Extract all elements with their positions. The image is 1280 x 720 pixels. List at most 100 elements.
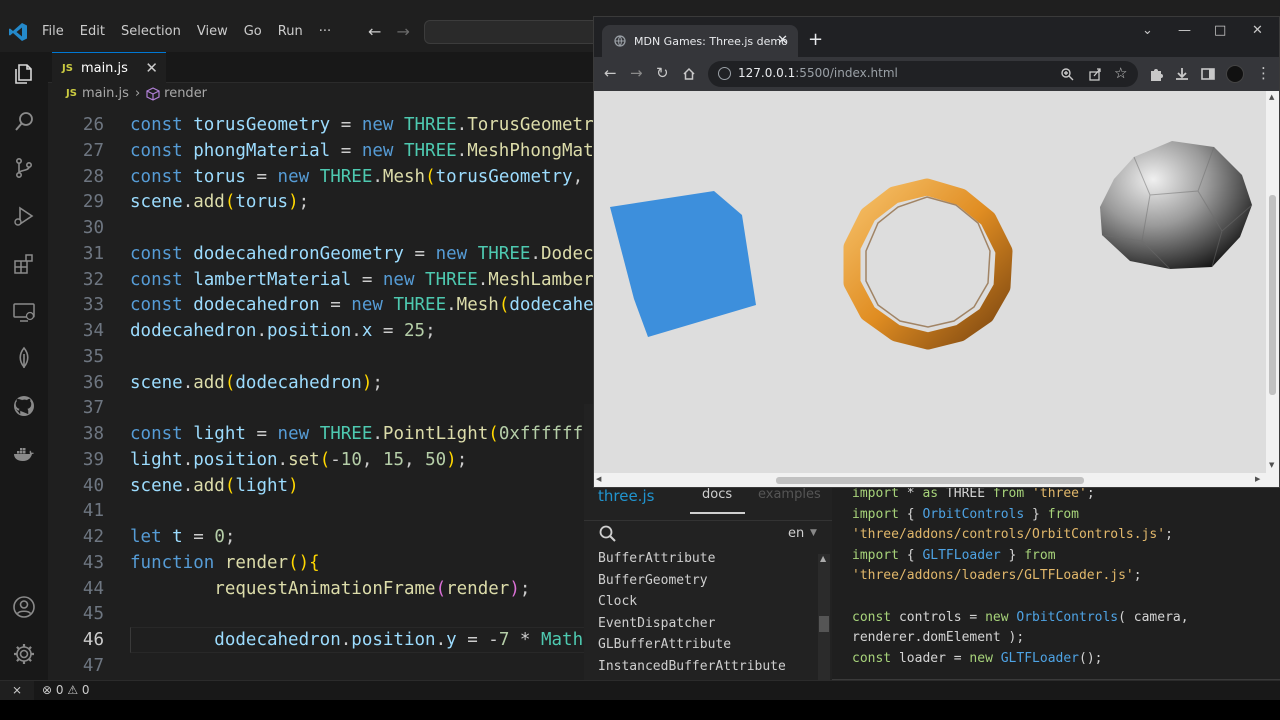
tab-search-icon[interactable]: ⌄ <box>1142 23 1153 38</box>
close-tab-icon[interactable]: ✕ <box>145 59 158 77</box>
menu-run[interactable]: Run <box>278 24 311 39</box>
code-line[interactable]: 33 const dodecahedron = new THREE.Mesh(do… <box>48 292 608 318</box>
code-line[interactable]: 46 dodecahedron.position.y = -7 * Math. <box>48 627 608 653</box>
scroll-up-icon[interactable]: ▲ <box>1269 93 1274 101</box>
site-info-icon[interactable] <box>718 67 731 80</box>
minimize-icon[interactable]: — <box>1178 23 1191 38</box>
docs-list-item[interactable]: EventDispatcher <box>598 613 808 635</box>
code-line[interactable]: 35 <box>48 344 608 370</box>
more-menu-icon[interactable]: ⋮ <box>1256 64 1271 82</box>
code-line[interactable]: 30 <box>48 215 608 241</box>
reload-icon[interactable]: ↻ <box>656 64 669 82</box>
close-window-icon[interactable]: ✕ <box>1252 23 1263 38</box>
code-line[interactable]: 31 const dodecahedronGeometry = new THREE… <box>48 241 608 267</box>
scroll-right-icon[interactable]: ▶ <box>1255 475 1260 483</box>
home-icon[interactable] <box>682 67 696 81</box>
address-bar[interactable]: 127.0.0.1:5500/index.html ☆ <box>708 61 1138 87</box>
bookmark-star-icon[interactable]: ☆ <box>1114 64 1127 82</box>
search-icon[interactable] <box>12 110 36 134</box>
line-number: 27 <box>82 140 104 161</box>
code-line[interactable]: 26 const torusGeometry = new THREE.TorusG… <box>48 112 608 138</box>
tab-main-js[interactable]: JS main.js ✕ <box>52 52 166 83</box>
code-editor[interactable]: 26 const torusGeometry = new THREE.TorusG… <box>48 108 608 678</box>
code-line[interactable]: 43 function render(){ <box>48 550 608 576</box>
code-line[interactable]: 28 const torus = new THREE.Mesh(torusGeom… <box>48 164 608 190</box>
docs-list-item[interactable]: GLBufferAttribute <box>598 634 808 656</box>
zoom-icon[interactable] <box>1060 67 1074 81</box>
share-icon[interactable] <box>1088 67 1102 81</box>
docs-list-item[interactable]: InstancedBufferAttribute <box>598 656 808 678</box>
maximize-icon[interactable]: □ <box>1214 23 1226 38</box>
menu-go[interactable]: Go <box>244 24 270 39</box>
accounts-icon[interactable] <box>12 595 36 619</box>
mongodb-leaf-icon[interactable] <box>12 346 36 370</box>
side-panel-icon[interactable] <box>1200 66 1216 82</box>
scroll-up-icon[interactable]: ▲ <box>820 554 826 563</box>
javascript-file-icon: JS <box>66 88 77 99</box>
code-line[interactable]: 37 <box>48 395 608 421</box>
menu-selection[interactable]: Selection <box>121 24 189 39</box>
run-debug-icon[interactable] <box>12 204 36 228</box>
problems-count[interactable]: ⊗ 0 ⚠ 0 <box>42 683 90 697</box>
chevron-down-icon: ▼ <box>810 528 817 538</box>
code-line[interactable]: 27 const phongMaterial = new THREE.MeshPh… <box>48 138 608 164</box>
extensions-icon[interactable] <box>12 252 36 276</box>
scroll-left-icon[interactable]: ◀ <box>596 475 601 483</box>
scrollbar-thumb[interactable] <box>776 477 1084 484</box>
code-line[interactable]: 47 <box>48 653 608 678</box>
explorer-icon[interactable] <box>12 62 36 86</box>
url-text[interactable]: 127.0.0.1:5500/index.html <box>738 66 898 80</box>
docs-list-item[interactable]: Clock <box>598 591 808 613</box>
page-vertical-scrollbar[interactable]: ▲ ▼ <box>1266 91 1279 487</box>
close-tab-icon[interactable]: ✕ <box>777 33 788 48</box>
search-icon[interactable] <box>598 524 618 544</box>
menu-more[interactable]: ··· <box>319 24 339 39</box>
download-icon[interactable] <box>1174 66 1190 82</box>
code-line[interactable]: 42 let t = 0; <box>48 524 608 550</box>
code-text: const light = new THREE.PointLight(0xfff… <box>130 424 594 444</box>
github-icon[interactable] <box>12 394 36 418</box>
code-line[interactable]: 44 requestAnimationFrame(render); <box>48 576 608 602</box>
code-line[interactable]: 41 <box>48 498 608 524</box>
scrollbar-thumb[interactable] <box>1269 195 1276 395</box>
browser-tab[interactable]: MDN Games: Three.js demo ✕ <box>602 25 798 57</box>
line-number: 41 <box>82 501 104 522</box>
forward-arrow-icon[interactable]: → <box>397 22 410 41</box>
code-line[interactable]: 38 const light = new THREE.PointLight(0xf… <box>48 421 608 447</box>
code-line[interactable]: 40 scene.add(light) <box>48 473 608 499</box>
docs-logo[interactable]: three.js <box>598 487 654 505</box>
code-line[interactable]: 29 scene.add(torus); <box>48 189 608 215</box>
code-line[interactable]: 32 const lambertMaterial = new THREE.Mesh… <box>48 267 608 293</box>
chevron-right-icon: › <box>134 86 141 101</box>
docs-tab-docs[interactable]: docs <box>702 487 732 502</box>
breadcrumb-symbol[interactable]: render <box>164 86 207 101</box>
scroll-down-icon[interactable]: ▼ <box>1269 461 1274 469</box>
page-horizontal-scrollbar[interactable]: ◀ ▶ <box>594 473 1266 487</box>
docker-icon[interactable] <box>12 442 36 466</box>
back-icon[interactable]: ← <box>604 64 617 82</box>
settings-gear-icon[interactable] <box>12 642 36 666</box>
remote-indicator-icon[interactable]: ⨯ <box>0 681 34 701</box>
forward-icon[interactable]: → <box>630 64 643 82</box>
back-arrow-icon[interactable]: ← <box>368 22 381 41</box>
extensions-puzzle-icon[interactable] <box>1148 66 1164 82</box>
docs-list-item[interactable]: BufferGeometry <box>598 570 808 592</box>
docs-list-item[interactable]: BufferAttribute <box>598 548 808 570</box>
remote-explorer-icon[interactable] <box>12 300 36 324</box>
menu-file[interactable]: File <box>42 24 72 39</box>
code-line[interactable]: 45 <box>48 601 608 627</box>
scrollbar-thumb[interactable] <box>819 616 829 632</box>
code-line[interactable]: 36 scene.add(dodecahedron); <box>48 370 608 396</box>
menu-view[interactable]: View <box>197 24 236 39</box>
new-tab-icon[interactable]: + <box>808 29 823 50</box>
profile-avatar[interactable] <box>1226 65 1244 83</box>
docs-list-scrollbar[interactable]: ▲ <box>818 554 830 700</box>
source-control-icon[interactable] <box>12 156 36 180</box>
code-line[interactable]: 34 dodecahedron.position.x = 25; <box>48 318 608 344</box>
code-line[interactable]: 39 light.position.set(-10, 15, 50); <box>48 447 608 473</box>
menu-edit[interactable]: Edit <box>80 24 113 39</box>
threejs-scene <box>610 141 1253 350</box>
docs-tab-examples[interactable]: examples <box>758 487 821 502</box>
language-select[interactable]: en <box>788 526 804 541</box>
breadcrumb-file[interactable]: main.js <box>82 86 129 101</box>
